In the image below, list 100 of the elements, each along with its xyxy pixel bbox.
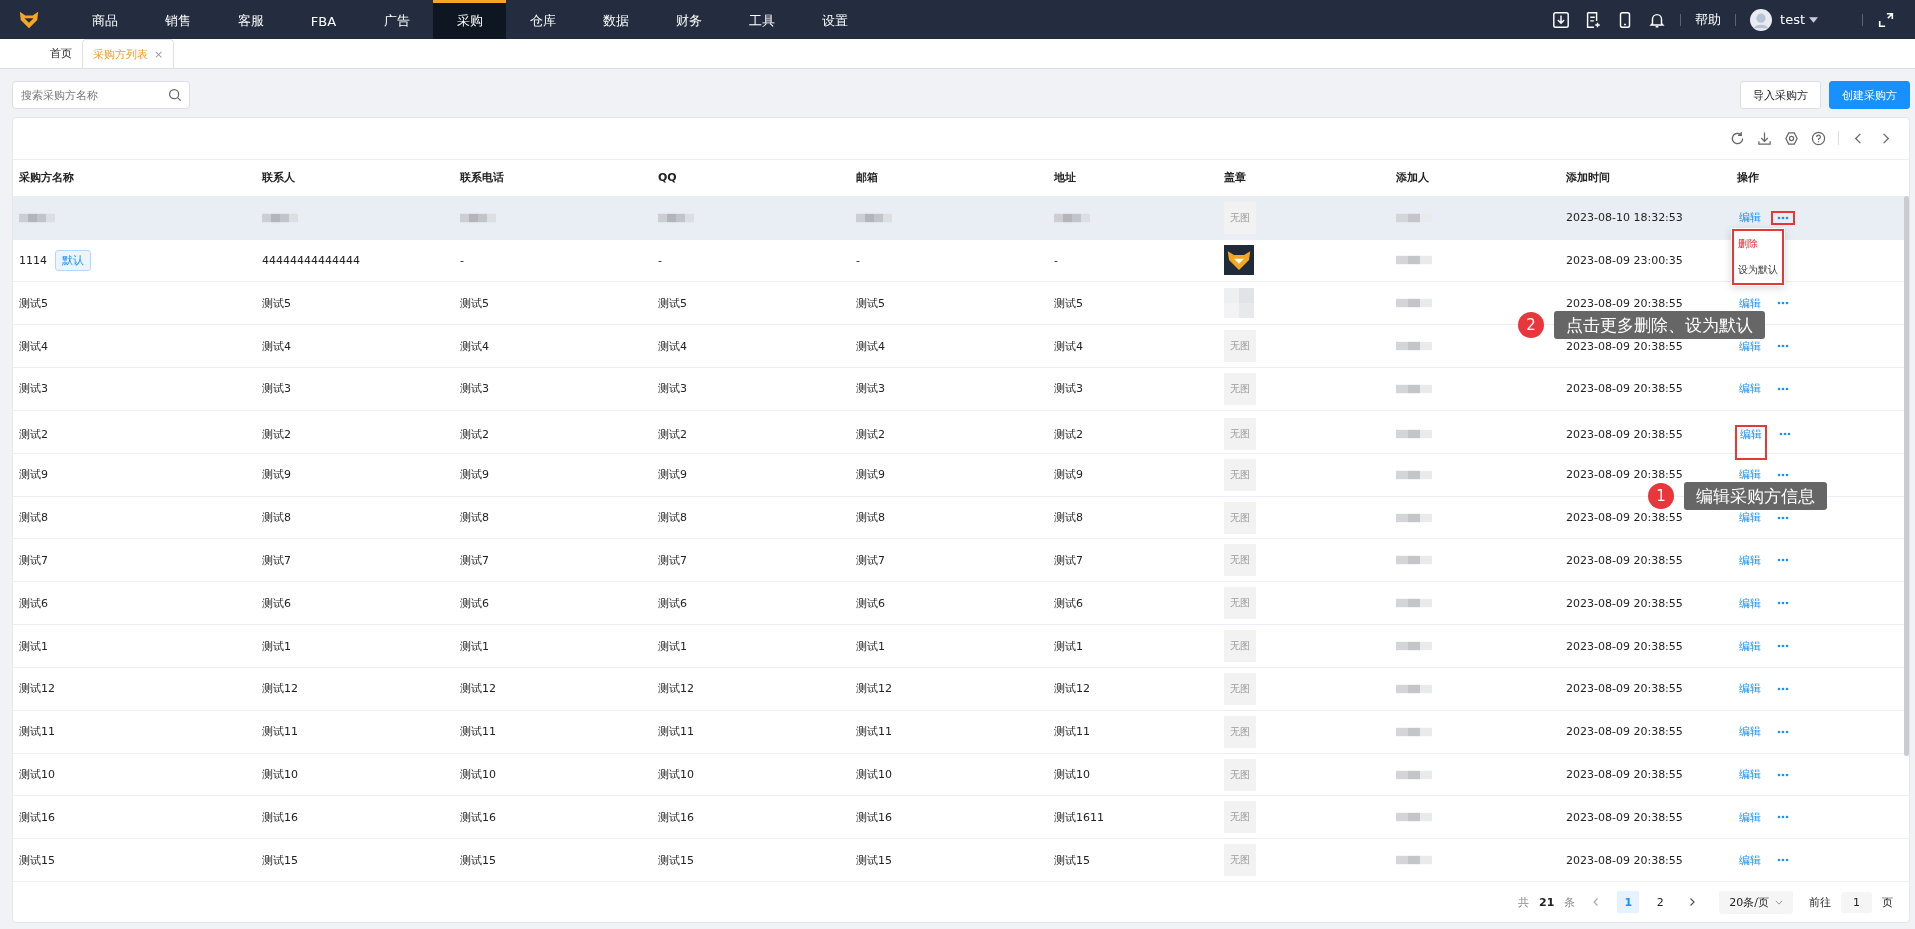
more-icon[interactable] — [1777, 601, 1789, 606]
table-cell: 测试16 — [19, 809, 55, 825]
column-header: 联系电话 — [460, 170, 505, 186]
edit-link[interactable]: 编辑 — [1737, 293, 1763, 313]
page-size-select[interactable]: 20条/页 — [1719, 890, 1793, 914]
chevron-down-icon[interactable] — [1775, 899, 1783, 905]
nav-item[interactable]: 销售 — [141, 0, 214, 39]
avatar-icon[interactable] — [1750, 8, 1773, 31]
table-cell: 测试3 — [19, 381, 48, 397]
edit-link[interactable]: 编辑 — [1737, 593, 1763, 613]
nav-item[interactable]: 客服 — [214, 0, 287, 39]
table-cell: 测试3 — [262, 381, 291, 397]
page-number[interactable]: 1 — [1617, 891, 1640, 914]
page-number[interactable]: 2 — [1649, 891, 1672, 914]
more-icon[interactable] — [1777, 344, 1789, 349]
nav-item[interactable]: 财务 — [652, 0, 725, 39]
table-cell: 测试12 — [1054, 681, 1090, 697]
more-icon[interactable] — [1777, 686, 1789, 691]
table-cell: 测试6 — [856, 595, 885, 611]
table-cell: 测试2 — [856, 426, 885, 442]
table-cell: 2023-08-09 20:38:55 — [1566, 553, 1683, 567]
help-icon[interactable] — [1811, 130, 1826, 146]
user-name[interactable]: test — [1780, 12, 1805, 27]
nav-item[interactable]: 工具 — [725, 0, 798, 39]
no-image-label: 无图 — [1230, 553, 1250, 568]
edit-link[interactable]: 编辑 — [1737, 722, 1763, 742]
scrollbar[interactable] — [1904, 196, 1909, 756]
table-cell: 测试6 — [19, 595, 48, 611]
edit-link[interactable]: 编辑 — [1737, 679, 1763, 699]
more-icon[interactable] — [1777, 515, 1789, 520]
edit-link[interactable]: 编辑 — [1737, 426, 1765, 458]
action-button[interactable]: 创建采购方 — [1829, 81, 1910, 109]
fullscreen-icon[interactable] — [1877, 10, 1895, 29]
menu-item[interactable]: 删除 — [1734, 231, 1782, 257]
refresh-icon[interactable] — [1730, 130, 1745, 146]
table-cell: 测试10 — [658, 767, 694, 783]
download-icon[interactable] — [1552, 10, 1571, 29]
more-icon[interactable] — [1777, 558, 1789, 563]
edit-link[interactable]: 编辑 — [1737, 465, 1763, 485]
help-link[interactable]: 帮助 — [1695, 10, 1722, 29]
more-icon[interactable] — [1777, 472, 1789, 477]
page-tab[interactable]: 采购方列表 × — [82, 39, 175, 68]
table-cell: 测试10 — [19, 767, 55, 783]
nav-item[interactable]: 数据 — [579, 0, 652, 39]
table-cell: 测试3 — [460, 381, 489, 397]
search-field[interactable]: 搜索采购方名称 — [12, 81, 190, 109]
more-icon[interactable] — [1777, 772, 1789, 777]
menu-item[interactable]: 设为默认 — [1734, 257, 1782, 283]
table-cell: 测试1 — [262, 638, 291, 654]
table-cell: 测试5 — [460, 295, 489, 311]
more-icon[interactable] — [1777, 729, 1789, 734]
nav-item[interactable]: 广告 — [360, 0, 433, 39]
table-cell: 测试7 — [856, 552, 885, 568]
nav-item[interactable]: 采购 — [433, 0, 506, 39]
more-icon[interactable] — [1777, 644, 1789, 649]
action-button[interactable]: 导入采购方 — [1740, 81, 1821, 109]
edit-link[interactable]: 编辑 — [1737, 807, 1763, 827]
page-tab[interactable]: 首页 — [40, 39, 82, 68]
more-icon[interactable] — [1779, 432, 1791, 437]
table-cell: 测试12 — [658, 681, 694, 697]
more-button[interactable] — [1773, 212, 1793, 223]
edit-link[interactable]: 编辑 — [1737, 765, 1763, 785]
table-cell: 测试7 — [262, 552, 291, 568]
table-cell: 测试4 — [262, 338, 291, 354]
edit-link[interactable]: 编辑 — [1737, 508, 1763, 528]
nav-item[interactable]: 仓库 — [506, 0, 579, 39]
edit-link[interactable]: 编辑 — [1737, 550, 1763, 570]
table-cell: 测试7 — [19, 552, 48, 568]
more-icon[interactable] — [1777, 858, 1789, 863]
close-icon[interactable]: × — [154, 47, 164, 61]
table-cell: 2023-08-09 20:38:55 — [1566, 639, 1683, 653]
table-cell: 测试4 — [658, 338, 687, 354]
caret-icon[interactable] — [1809, 16, 1818, 23]
table-cell: 测试1 — [460, 638, 489, 654]
table-cell: 测试11 — [658, 724, 694, 740]
more-icon[interactable] — [1777, 386, 1789, 391]
goto-label: 前往 — [1809, 894, 1831, 910]
edit-link[interactable]: 编辑 — [1737, 336, 1763, 356]
search-icon[interactable] — [168, 88, 182, 102]
settings-icon[interactable] — [1784, 130, 1799, 146]
no-image-label: 无图 — [1230, 810, 1250, 825]
nav-item[interactable]: 商品 — [68, 0, 141, 39]
column-header: 盖章 — [1224, 170, 1247, 186]
edit-link[interactable]: 编辑 — [1737, 208, 1763, 228]
more-icon[interactable] — [1777, 815, 1789, 820]
table-cell: 测试9 — [460, 467, 489, 483]
table-cell: 2023-08-09 20:38:55 — [1566, 468, 1683, 482]
nav-item[interactable]: FBA — [287, 0, 360, 39]
more-icon[interactable] — [1777, 301, 1789, 306]
more-icon[interactable] — [1777, 215, 1789, 220]
goto-page-field[interactable]: 1 — [1841, 891, 1872, 913]
table-cell: 测试11 — [856, 724, 892, 740]
edit-link[interactable]: 编辑 — [1737, 850, 1763, 870]
edit-link[interactable]: 编辑 — [1737, 379, 1763, 399]
document-add-icon[interactable] — [1584, 10, 1603, 29]
nav-item[interactable]: 设置 — [798, 0, 871, 39]
default-tag: 默认 — [55, 249, 91, 271]
table-cell: 测试2 — [658, 426, 687, 442]
edit-link[interactable]: 编辑 — [1737, 636, 1763, 656]
table-cell: 测试9 — [1054, 467, 1083, 483]
